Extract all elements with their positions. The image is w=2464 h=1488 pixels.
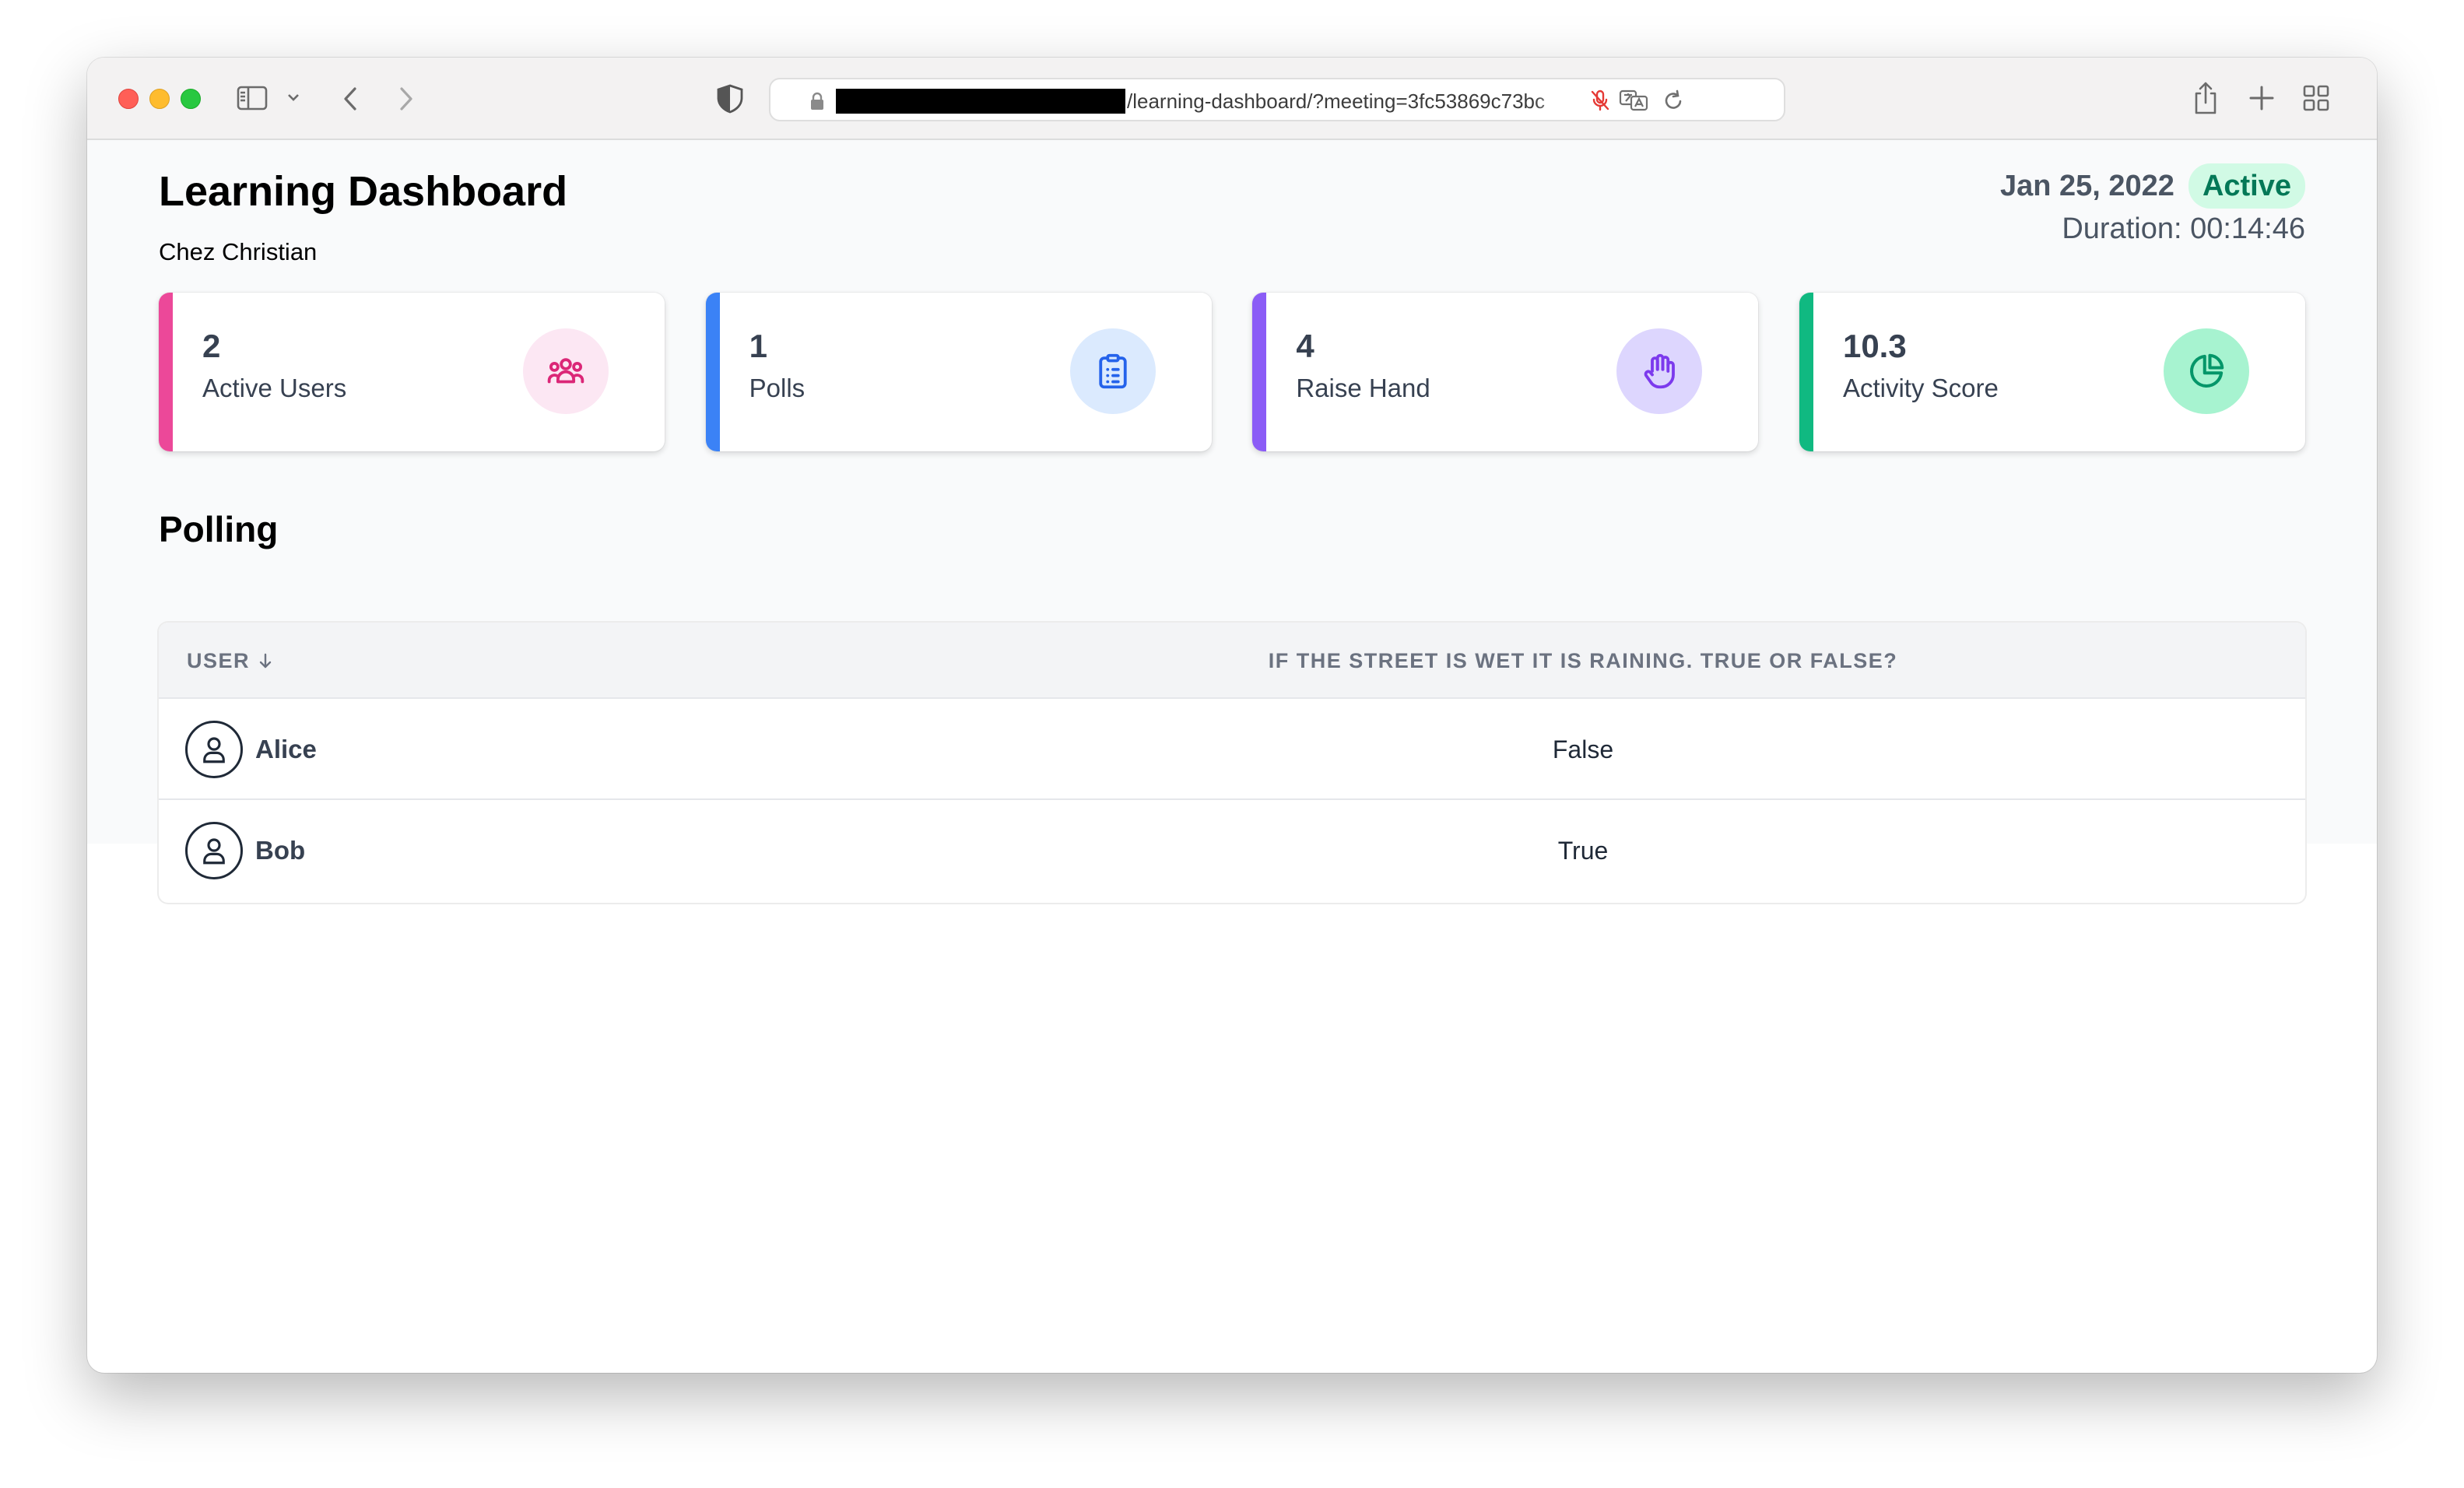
card-accent-bar [1252, 293, 1267, 451]
card-value: 10.3 [1842, 328, 1907, 364]
poll-answer: True [1557, 837, 1609, 865]
card-active-users[interactable]: 2 Active Users [159, 293, 665, 451]
card-raise-hand[interactable]: 4 Raise Hand [1252, 293, 1759, 451]
reload-icon[interactable] [1662, 89, 1684, 112]
card-value: 1 [749, 328, 768, 364]
card-label: Activity Score [1842, 374, 1999, 402]
column-header-question[interactable]: IF THE STREET IS WET IT IS RAINING. TRUE… [937, 647, 2229, 674]
poll-answer: False [1552, 735, 1614, 763]
raised-hand-icon [1616, 328, 1703, 414]
card-polls[interactable]: 1 Polls [705, 293, 1212, 451]
card-label: Polls [749, 374, 806, 402]
share-icon[interactable] [2190, 81, 2221, 115]
polling-table: USER IF THE STREET IS WET IT IS RAINING.… [159, 623, 2305, 903]
table-header: USER IF THE STREET IS WET IT IS RAINING.… [159, 623, 2305, 699]
user-avatar-icon [185, 822, 243, 879]
pie-chart-icon [2163, 328, 2249, 414]
back-arrow-icon[interactable] [338, 86, 364, 112]
tab-overview-icon[interactable] [2302, 84, 2330, 112]
browser-window: /learning-dashboard/?meeting=3fc53869c73… [87, 58, 2377, 1373]
sidebar-icon[interactable] [237, 86, 268, 111]
minimize-window-button[interactable] [149, 89, 170, 109]
card-value: 4 [1296, 328, 1314, 364]
privacy-shield-icon[interactable] [716, 84, 744, 114]
chevron-down-icon[interactable] [286, 90, 300, 104]
column-header-user[interactable]: USER [187, 647, 275, 674]
card-label: Active Users [202, 374, 347, 402]
status-badge: Active [2188, 163, 2305, 209]
table-row: Alice False [159, 699, 2305, 800]
card-accent-bar [705, 293, 720, 451]
meeting-duration: Duration: 00:14:46 [2062, 212, 2305, 245]
meeting-name: Chez Christian [159, 238, 318, 265]
meeting-date: Jan 25, 2022 [1999, 170, 2174, 202]
translate-icon[interactable] [1619, 89, 1650, 112]
card-accent-bar [1799, 293, 1813, 451]
column-header-user-label: USER [187, 649, 251, 672]
lock-icon [811, 92, 823, 110]
card-label: Raise Hand [1296, 374, 1430, 402]
user-avatar-icon [185, 721, 243, 778]
dashboard-page: Learning Dashboard Chez Christian Jan 25… [87, 140, 2377, 903]
zoom-window-button[interactable] [181, 89, 201, 109]
users-icon [523, 328, 609, 414]
redacted-url-segment [836, 89, 1125, 114]
browser-toolbar: /learning-dashboard/?meeting=3fc53869c73… [87, 58, 2377, 140]
user-name: Bob [255, 836, 306, 865]
sort-arrow-down-icon [259, 653, 272, 669]
polling-section-title: Polling [159, 509, 279, 549]
url-text[interactable]: /learning-dashboard/?meeting=3fc53869c73… [1127, 89, 1578, 114]
table-row: Bob True [159, 800, 2305, 901]
card-accent-bar [159, 293, 173, 451]
summary-cards: 2 Active Users 1 Polls 4 Raise Hand 10.3… [159, 293, 2305, 451]
forward-arrow-icon[interactable] [392, 86, 419, 112]
microphone-muted-icon[interactable] [1589, 89, 1611, 112]
page-title: Learning Dashboard [159, 168, 568, 215]
meeting-meta: Jan 25, 2022 Active Duration: 00:14:46 [2000, 163, 2305, 247]
close-window-button[interactable] [118, 89, 139, 109]
new-tab-plus-icon[interactable] [2248, 84, 2276, 112]
clipboard-list-icon [1069, 328, 1156, 414]
user-name: Alice [255, 735, 317, 763]
card-value: 2 [202, 328, 221, 364]
address-bar[interactable]: /learning-dashboard/?meeting=3fc53869c73… [769, 78, 1785, 121]
card-activity-score[interactable]: 10.3 Activity Score [1799, 293, 2305, 451]
